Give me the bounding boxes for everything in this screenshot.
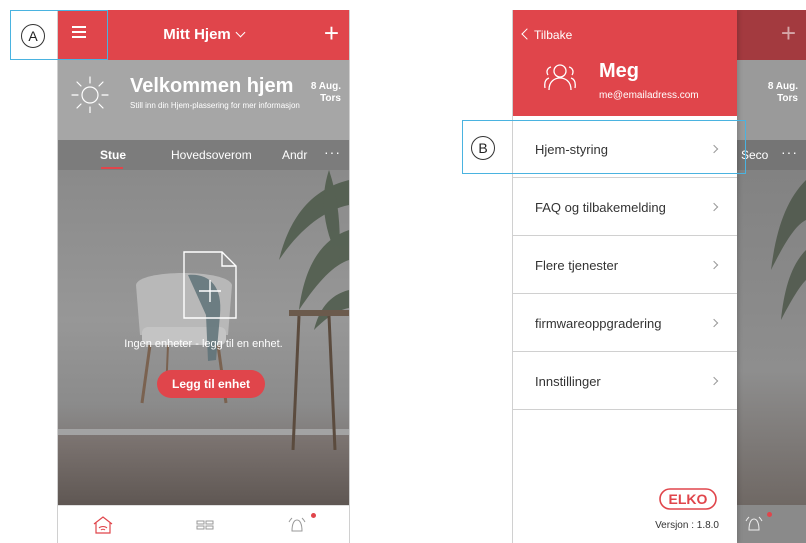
background-more-icon: ··· [781,144,798,160]
menu-item-label: firmwareoppgradering [535,316,662,331]
date-day: 8 Aug. [310,81,341,92]
bottom-navigation [58,505,349,543]
menu-item-settings[interactable]: Innstillinger [513,352,737,410]
background-date-day: 8 Aug. [767,81,798,92]
chevron-down-icon [235,27,246,38]
menu-item-firmware[interactable]: firmwareoppgradering [513,294,737,352]
background-date-weekday: Tors [777,93,798,104]
tab-stue[interactable]: Stue [100,148,126,162]
back-label: Tilbake [534,28,573,42]
user-email: me@emailadress.com [599,90,699,101]
drawer-header: Tilbake Meg me@emailadress.com [513,10,737,116]
date-display: 8 Aug. Tors [311,81,341,105]
room-tabs: Stue Hovedsoverom Andr ··· [58,140,349,170]
menu-item-label: Innstillinger [535,374,601,389]
menu-item-label: Flere tjenester [535,258,619,273]
sun-icon [71,76,109,113]
back-button[interactable]: Tilbake [521,28,573,42]
add-icon[interactable]: + [324,20,339,46]
room-view: Ingen enheter - legg til en enhet. Legg … [58,170,349,505]
home-title: Mitt Hjem [163,26,231,43]
background-add-icon: + [780,18,796,48]
background-plant [771,180,806,320]
welcome-title: Velkommen hjem [130,75,294,97]
tab-hovedsoverom[interactable]: Hovedsoverom [171,148,252,162]
highlight-box-a [10,10,108,60]
menu-item-faq[interactable]: FAQ og tilbakemelding [513,178,737,236]
background-notification-badge [767,512,772,517]
grid-icon[interactable] [194,514,216,536]
user-name: Meg [599,60,639,82]
date-weekday: Tors [320,93,341,104]
elko-logo: ELKO [659,488,717,510]
drawer-screen: + 8 Aug. Tors Seco ··· Tilbake Meg me@em… [512,10,806,543]
user-group-icon [544,64,576,91]
side-table [289,310,349,450]
chevron-right-icon [709,376,719,386]
menu-item-more-services[interactable]: Flere tjenester [513,236,737,294]
empty-message: Ingen enheter - legg til en enhet. [124,338,283,350]
alarm-bell-icon[interactable] [286,514,308,536]
add-device-button[interactable]: Legg til enhet [157,370,265,398]
chevron-right-icon [709,260,719,270]
chevron-left-icon [521,28,533,40]
home-icon[interactable] [92,514,114,536]
background-alarm-icon [745,516,763,531]
tab-andr[interactable]: Andr [282,148,307,162]
menu-item-label: FAQ og tilbakemelding [535,200,666,215]
home-screen: Mitt Hjem + Velkommen hjem Still inn din… [57,10,350,543]
chevron-right-icon [709,318,719,328]
app-version: Versjon : 1.8.0 [655,520,719,531]
svg-text:ELKO: ELKO [669,491,708,507]
active-tab-indicator [101,167,123,169]
side-drawer: Tilbake Meg me@emailadress.com Hjem-styr… [513,10,737,543]
notification-badge [311,513,316,518]
add-file-icon[interactable] [182,250,238,320]
welcome-subtitle: Still inn din Hjem-plassering for mer in… [130,101,300,110]
background-date: 8 Aug. Tors [768,81,798,105]
highlight-box-b [462,120,746,174]
welcome-banner[interactable]: Velkommen hjem Still inn din Hjem-plasse… [58,60,349,140]
more-icon[interactable]: ··· [324,144,341,160]
chevron-right-icon [709,202,719,212]
